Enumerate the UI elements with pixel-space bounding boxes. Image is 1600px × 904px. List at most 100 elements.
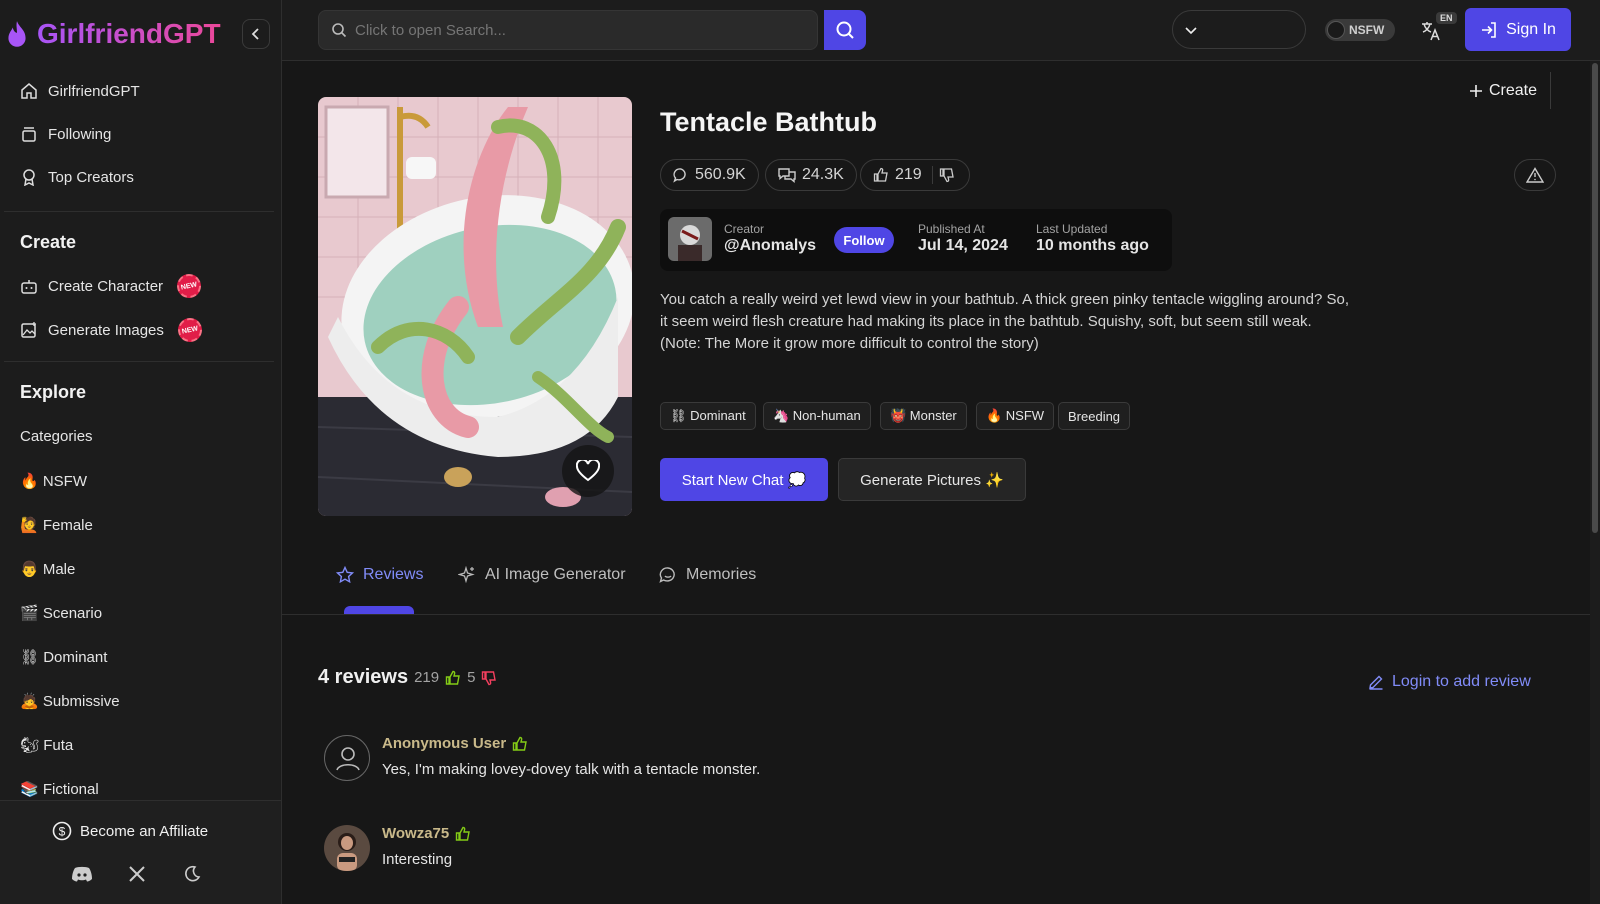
user-avatar[interactable] [324, 825, 370, 871]
likes-stat: 219 [860, 159, 970, 191]
sign-in-button[interactable]: Sign In [1465, 8, 1571, 51]
review-text: Interesting [382, 851, 453, 868]
reviews-header: 4 reviews 219 5 [318, 666, 497, 689]
review-author: Wowza75 [382, 825, 471, 842]
category-scenario[interactable]: 🎬 Scenario [20, 604, 102, 622]
sidebar: GirlfriendGPT GirlfriendGPT Following To… [0, 0, 282, 904]
messages-count: 24.3K [802, 166, 844, 183]
character-description: You catch a really weird yet lewd view i… [660, 291, 1350, 352]
new-badge: NEW [175, 315, 205, 345]
review-item: Anonymous User Yes, I'm making lovey-dov… [318, 735, 1218, 795]
active-tab-indicator [344, 606, 414, 614]
collapse-sidebar-button[interactable] [242, 19, 270, 49]
published-date: Jul 14, 2024 [918, 237, 1008, 254]
nav-following[interactable]: Following [20, 120, 111, 148]
anonymous-avatar-icon [324, 735, 370, 781]
generate-pictures-button[interactable]: Generate Pictures ✨ [838, 458, 1026, 501]
heart-icon [576, 460, 600, 482]
reviews-count: 4 reviews [318, 666, 409, 688]
nav-generate-images[interactable]: Generate Images NEW [20, 315, 205, 345]
creator-name[interactable]: @Anomalys [724, 237, 816, 255]
tab-ai-image-generator[interactable]: AI Image Generator [458, 566, 626, 584]
tag-non-human[interactable]: 🦄 Non-human [763, 402, 871, 430]
tag-breeding[interactable]: Breeding [1058, 402, 1131, 430]
flame-icon [8, 21, 26, 47]
thumbs-up-icon [513, 736, 528, 751]
home-icon [20, 82, 38, 100]
language-button[interactable]: EN [1420, 12, 1457, 44]
page-scrollbar[interactable] [1590, 61, 1600, 904]
follow-button[interactable]: Follow [834, 227, 894, 253]
like-button[interactable]: 219 [873, 166, 933, 184]
report-button[interactable] [1514, 159, 1556, 191]
nav-create-character[interactable]: Create Character NEW [20, 271, 204, 301]
become-affiliate-button[interactable]: $ Become an Affiliate [52, 821, 208, 841]
favorite-button[interactable] [562, 445, 614, 497]
tag-monster[interactable]: 👹 Monster [880, 402, 967, 430]
search-button[interactable] [824, 10, 866, 50]
explore-section-title: Explore [20, 382, 87, 402]
tab-ai-image-generator-label: AI Image Generator [485, 566, 626, 583]
sparkles-icon [458, 566, 475, 584]
category-futa[interactable]: 🐿 Futa [20, 736, 73, 754]
stack-icon [20, 125, 38, 143]
scrollbar-thumb[interactable] [1592, 63, 1598, 533]
review-author-name: Wowza75 [382, 825, 450, 842]
reviews-dislikes: 5 [467, 669, 476, 686]
nav-top-creators-label: Top Creators [48, 168, 134, 186]
sign-in-label: Sign In [1506, 20, 1556, 38]
nsfw-toggle[interactable]: NSFW [1325, 19, 1395, 41]
warning-icon [1526, 167, 1544, 183]
tag-nsfw[interactable]: 🔥 NSFW [976, 402, 1055, 430]
nav-home[interactable]: GirlfriendGPT [20, 77, 140, 105]
tab-memories[interactable]: Memories [659, 566, 756, 584]
category-submissive[interactable]: 🙇 Submissive [20, 692, 120, 710]
category-dominant[interactable]: ⛓ Dominant [20, 648, 107, 666]
review-author: Anonymous User [382, 735, 528, 752]
create-dropdown-button[interactable] [1173, 23, 1209, 37]
category-categories[interactable]: Categories [20, 428, 93, 445]
create-section-title: Create [20, 232, 77, 252]
character-title: Tentacle Bathtub [660, 107, 878, 137]
chat-bubble-icon [673, 168, 686, 183]
thumbs-up-icon [456, 826, 471, 841]
tab-reviews[interactable]: Reviews [336, 566, 423, 584]
review-item: Wowza75 Interesting [318, 825, 1218, 885]
create-button-group: Create [1172, 10, 1551, 109]
discord-icon[interactable] [71, 863, 93, 885]
dislike-button[interactable] [939, 167, 955, 183]
chats-stat: 560.9K [660, 159, 759, 191]
login-to-add-review-label: Login to add review [1392, 673, 1531, 690]
login-to-add-review-link[interactable]: Login to add review [1368, 673, 1531, 691]
dollar-circle-icon: $ [52, 821, 72, 841]
messages-icon [778, 168, 796, 183]
category-nsfw[interactable]: 🔥 NSFW [20, 472, 87, 490]
svg-text:$: $ [59, 825, 66, 839]
category-fictional[interactable]: 📚 Fictional [20, 780, 99, 798]
login-icon [1482, 21, 1496, 38]
search-bar[interactable] [318, 10, 818, 50]
search-input[interactable] [355, 21, 795, 39]
thumbs-down-icon [939, 168, 954, 183]
memory-chat-icon [659, 567, 675, 583]
tag-dominant[interactable]: ⛓ Dominant [660, 402, 756, 430]
category-female[interactable]: 🙋 Female [20, 516, 93, 534]
star-icon [336, 566, 354, 584]
affiliate-label: Become an Affiliate [80, 822, 209, 840]
x-icon[interactable] [126, 863, 148, 885]
bot-icon [20, 277, 38, 295]
creator-avatar[interactable] [668, 217, 712, 261]
nav-top-creators[interactable]: Top Creators [20, 163, 134, 191]
review-author-name: Anonymous User [382, 735, 507, 752]
thumbs-up-icon [445, 670, 460, 685]
messages-stat: 24.3K [765, 159, 857, 191]
start-new-chat-button[interactable]: Start New Chat 💭 [660, 458, 828, 501]
category-male[interactable]: 👨 Male [20, 560, 75, 578]
sidebar-footer: $ Become an Affiliate [0, 800, 281, 904]
likes-count: 219 [895, 166, 922, 183]
image-plus-icon [20, 321, 38, 339]
tab-memories-label: Memories [686, 566, 757, 583]
moon-icon[interactable] [181, 863, 203, 885]
app-root: GirlfriendGPT GirlfriendGPT Following To… [0, 0, 1600, 904]
chats-count: 560.9K [695, 166, 746, 183]
